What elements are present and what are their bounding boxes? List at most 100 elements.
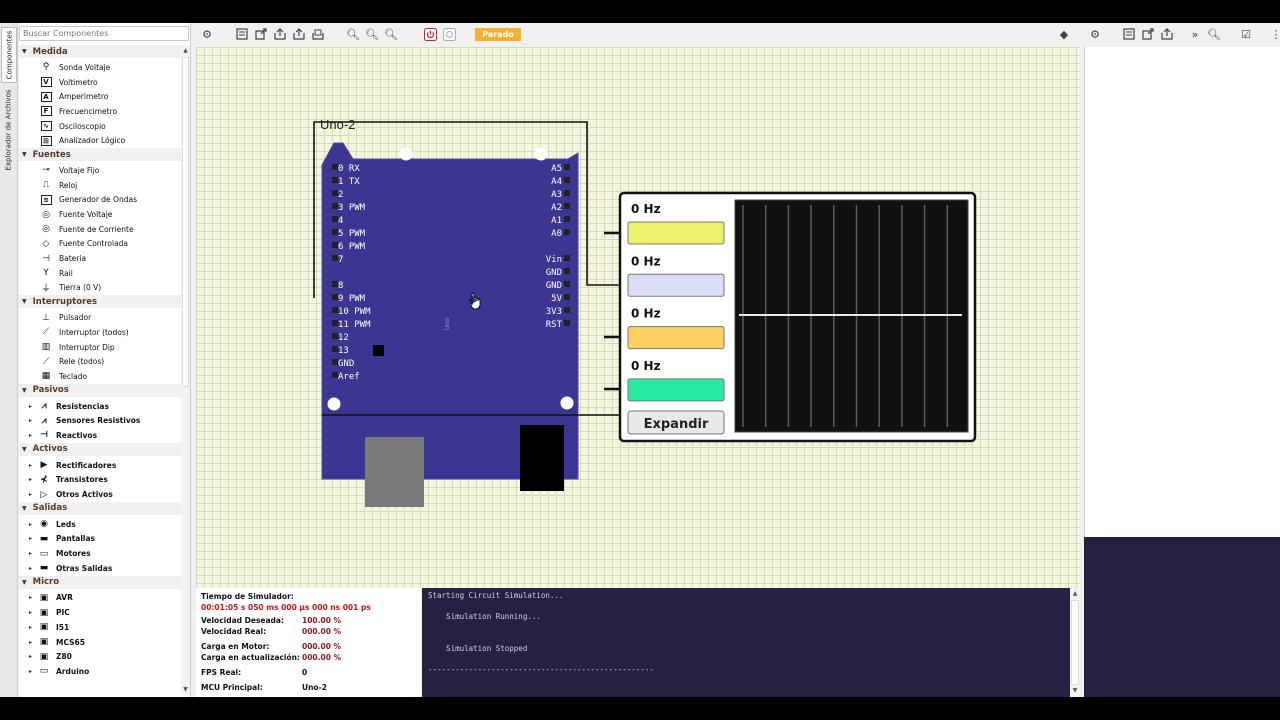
console-scroll-thumb[interactable] [1071,600,1079,685]
right-settings-gear-icon[interactable]: ⚙ [1088,27,1102,41]
expand-button[interactable]: Expandir [627,410,725,435]
pin-header[interactable] [564,177,570,183]
component-item[interactable]: ⏚ Tierra (0 V) [19,281,181,296]
component-item[interactable]: ▥ Interruptor Dip [19,340,181,355]
pause-icon[interactable] [442,27,456,41]
component-item[interactable]: ▸ ⊣ Reactivos [19,428,181,443]
component-item[interactable]: ▸ ▣ I51 [19,620,181,635]
console-scrollbar[interactable]: ▲ ▼ [1070,588,1080,697]
category-micro[interactable]: ▼ Micro [19,575,181,589]
collapse-triangle-icon[interactable]: ▼ [22,298,27,305]
toolbar-overflow-icon[interactable]: ⋮ [1269,27,1280,41]
collapse-triangle-icon[interactable]: ▼ [22,505,27,512]
pin-header[interactable] [564,320,570,326]
component-item[interactable]: ⎍ Reloj [19,178,181,193]
right-search-icon[interactable]: 🔍︎ [1207,27,1221,41]
component-item[interactable]: F Frecuencimetro [19,104,181,119]
expand-arrow-icon[interactable]: ▸ [29,521,36,528]
pin-header[interactable] [564,203,570,209]
pin-header[interactable] [564,268,570,274]
scroll-down-icon[interactable]: ▼ [182,686,189,694]
component-item[interactable]: ⊞ Analizador Lógico [19,133,181,148]
component-item[interactable]: ▦ Teclado [19,369,181,384]
component-item[interactable]: ▸ ▣ Z80 [19,649,181,664]
right-save-icon[interactable] [1160,27,1174,41]
search-input[interactable] [19,26,189,41]
zoom-fit-icon[interactable]: 🔍︎ [346,27,360,41]
pin-header[interactable] [564,255,570,261]
category-activos[interactable]: ▼ Activos [19,442,181,456]
component-item[interactable]: V Voltimetro [19,75,181,90]
right-open-icon[interactable] [1141,27,1155,41]
more-chevron-icon[interactable]: » [1188,27,1202,41]
component-scrollbar[interactable]: ▲ ▼ [181,45,190,695]
component-item[interactable]: ▸ ▶ Rectificadores [19,458,181,473]
component-item[interactable]: ▸ ▣ MCS65 [19,635,181,650]
collapse-triangle-icon[interactable]: ▼ [22,446,27,453]
open-circuit-icon[interactable] [254,27,268,41]
expand-arrow-icon[interactable]: ▸ [29,403,36,410]
pin-header[interactable] [564,294,570,300]
channel-color-swatch[interactable] [627,326,725,350]
checklist-icon[interactable]: ☑ [1239,27,1253,41]
save-as-icon[interactable] [292,27,306,41]
pin-header[interactable] [564,281,570,287]
category-salidas[interactable]: ▼ Salidas [19,501,181,515]
category-interruptores[interactable]: ▼ Interruptores [19,295,181,309]
expand-arrow-icon[interactable]: ▸ [29,535,36,542]
component-item[interactable]: ▸ ⊀ Transistores [19,473,181,488]
expand-arrow-icon[interactable]: ▸ [29,653,36,660]
component-item[interactable]: ∿ Osciloscopio [19,119,181,134]
pin-header[interactable] [564,307,570,313]
expand-arrow-icon[interactable]: ▸ [29,550,36,557]
expand-arrow-icon[interactable]: ▸ [29,594,36,601]
diamond-marker-icon[interactable]: ◆ [1057,27,1071,41]
new-circuit-icon[interactable] [235,27,249,41]
component-item[interactable]: ⊸ Voltaje Fijo [19,163,181,178]
channel-color-swatch[interactable] [627,273,725,297]
circuit-canvas[interactable]: Uno-2 Uno 0 RX 1 TX 2 3 PWM 4 5 PWM 6 PWM 7 8 9 P… [196,47,1080,609]
channel-color-swatch[interactable] [627,221,725,245]
arduino-uno-board[interactable]: Uno 0 RX 1 TX 2 3 PWM 4 5 PWM 6 PWM 7 8 9 PWM 10 P… [321,142,579,507]
component-item[interactable]: ⊣ Bateria [19,251,181,266]
component-item[interactable]: Y Rail [19,266,181,281]
component-item[interactable]: ⟋ Rele (todos) [19,354,181,369]
expand-arrow-icon[interactable]: ▸ [29,624,36,631]
component-item[interactable]: ⚲ Sonda Voltaje [19,60,181,75]
zoom-out-icon[interactable]: 🔍︎ [384,27,398,41]
console-scroll-down-icon[interactable]: ▼ [1071,687,1079,695]
expand-arrow-icon[interactable]: ▸ [29,476,36,483]
scroll-up-icon[interactable]: ▲ [182,47,189,55]
pin-header[interactable] [564,216,570,222]
pin-header[interactable] [564,164,570,170]
scroll-thumb[interactable] [182,57,189,387]
component-item[interactable]: ▸ ⩘ Resistencias [19,399,181,414]
expand-arrow-icon[interactable]: ▸ [29,565,36,572]
category-pasivos[interactable]: ▼ Pasivos [19,383,181,397]
collapse-triangle-icon[interactable]: ▼ [22,48,27,55]
category-medida[interactable]: ▼ Medida [19,45,181,58]
zoom-in-icon[interactable]: 🔍︎ [365,27,379,41]
expand-arrow-icon[interactable]: ▸ [29,417,36,424]
tab-components[interactable]: Componentes [1,27,17,83]
component-item[interactable]: ▸ ▣ PIC [19,605,181,620]
expand-arrow-icon[interactable]: ▸ [29,609,36,616]
oscilloscope-instrument[interactable]: 0 Hz 0 Hz 0 Hz 0 Hz Expandir [618,191,977,443]
expand-arrow-icon[interactable]: ▸ [29,462,36,469]
component-item[interactable]: ⊥ Pulsador [19,310,181,325]
component-item[interactable]: A Amperimetro [19,89,181,104]
collapse-triangle-icon[interactable]: ▼ [22,579,27,586]
component-item[interactable]: ▸ ⩘ Sensores Resistivos [19,413,181,428]
channel-color-swatch[interactable] [627,378,725,402]
save-circuit-icon[interactable] [273,27,287,41]
component-item[interactable]: ▸ ▭ Motores [19,546,181,561]
power-on-icon[interactable] [423,27,437,41]
component-item[interactable]: ▸ ▣ AVR [19,591,181,606]
component-item[interactable]: ▸ ◉ Leds [19,517,181,532]
right-new-icon[interactable] [1122,27,1136,41]
expand-arrow-icon[interactable]: ▸ [29,432,36,439]
settings-gear-icon[interactable]: ⚙ [200,27,214,41]
component-item[interactable]: ⟋ Interruptor (todos) [19,325,181,340]
component-item[interactable]: ≋ Generador de Ondas [19,193,181,208]
console-scroll-up-icon[interactable]: ▲ [1071,590,1079,598]
